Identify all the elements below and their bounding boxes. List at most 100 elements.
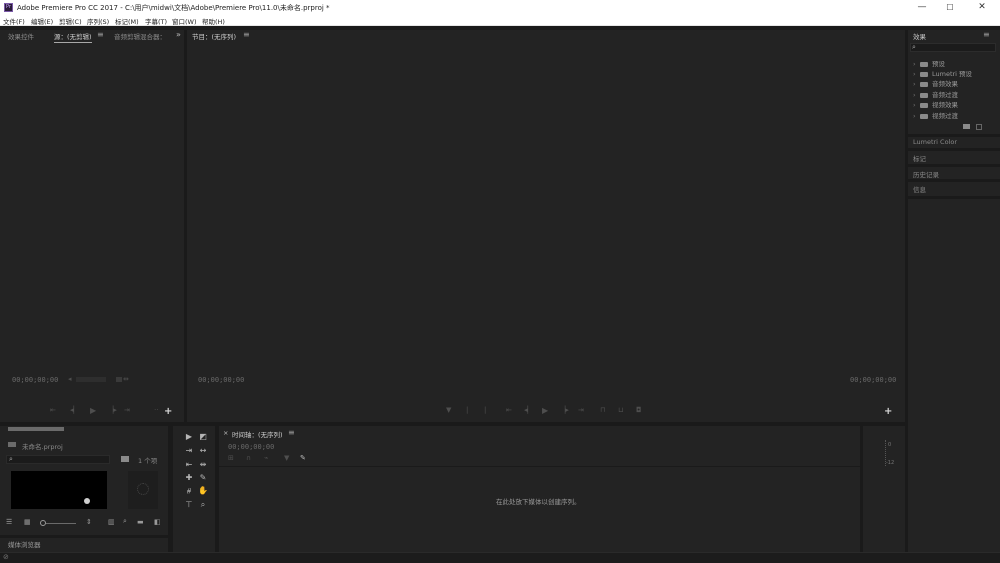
effects-item-video-effects[interactable]: › 视频效果 <box>913 99 958 109</box>
menu-window[interactable]: 窗口(W) <box>172 16 197 26</box>
program-monitor-panel <box>187 30 905 422</box>
razor-tool-icon[interactable]: ⇹ <box>197 460 209 469</box>
program-add-button[interactable]: + <box>884 406 892 417</box>
menu-clip[interactable]: 剪辑(C) <box>59 16 82 26</box>
extract-icon[interactable]: ⊔ <box>618 406 623 414</box>
tab-program[interactable]: 节目：(无序列) <box>192 31 236 42</box>
source-panel-menu-icon[interactable]: ≡ <box>97 30 104 39</box>
source-timecode[interactable]: 00;00;00;00 <box>12 376 58 384</box>
panel-divider <box>908 179 1000 182</box>
automate-to-sequence-icon[interactable]: ▥ <box>108 518 115 526</box>
history-panel-tab[interactable]: 历史记录 <box>913 169 939 179</box>
list-view-icon[interactable]: ☰ <box>6 518 12 526</box>
play-icon[interactable]: ▶ <box>542 406 548 415</box>
step-back-icon[interactable]: ◂▏ <box>524 406 533 414</box>
go-to-in-icon[interactable]: ⇤ <box>506 406 512 414</box>
project-file-icon <box>8 442 16 447</box>
folder-icon <box>920 113 928 119</box>
audio-meter-divider[interactable] <box>860 426 863 552</box>
go-to-out-icon[interactable]: ⇥ <box>578 406 584 414</box>
tab-audio-clip-mixer[interactable]: 音频剪辑混合器： <box>114 31 166 41</box>
menu-file[interactable]: 文件(F) <box>3 16 25 26</box>
effects-item-audio-effects[interactable]: › 音频效果 <box>913 78 958 88</box>
new-bin-icon[interactable] <box>121 456 129 462</box>
timeline-close-icon[interactable]: × <box>223 429 228 437</box>
tab-effect-controls[interactable]: 效果控件 <box>8 31 34 41</box>
nest-icon[interactable]: ⊞ <box>228 454 234 462</box>
effects-search-input[interactable]: ⌕ <box>910 43 996 52</box>
mark-in-icon[interactable]: ⇤ <box>50 406 56 414</box>
hand-tool-icon[interactable]: ✋ <box>197 486 209 495</box>
maximize-button[interactable]: ☐ <box>936 1 964 14</box>
rate-stretch-tool-icon[interactable]: ⇤ <box>183 460 195 469</box>
lift-icon[interactable]: ⊓ <box>600 406 605 414</box>
effects-item-video-transitions[interactable]: › 视频过渡 <box>913 110 958 120</box>
tab-source[interactable]: 源：(无剪辑) <box>54 31 92 43</box>
selection-tool-icon[interactable]: ▶ <box>183 432 195 441</box>
chevron-right-icon: › <box>913 80 916 88</box>
program-panel-menu-icon[interactable]: ≡ <box>243 30 250 39</box>
snap-icon[interactable]: ∩ <box>246 454 251 462</box>
export-frame-icon[interactable]: ‥ <box>154 404 159 412</box>
panel-divider <box>908 148 1000 151</box>
media-thumbnail[interactable] <box>11 471 107 509</box>
new-bin-icon[interactable] <box>963 124 970 129</box>
info-panel-tab[interactable]: 信息 <box>913 184 926 194</box>
menu-sequence[interactable]: 序列(S) <box>87 16 109 26</box>
new-item-icon[interactable]: ◧ <box>154 518 161 526</box>
minimize-button[interactable]: — <box>908 1 936 14</box>
timeline-panel-menu-icon[interactable]: ≡ <box>288 428 295 437</box>
menu-help[interactable]: 帮助(H) <box>202 16 225 26</box>
add-marker-icon[interactable]: ▼ <box>284 454 289 462</box>
pen-tool-icon[interactable]: ✎ <box>197 473 209 482</box>
effects-item-audio-transitions[interactable]: › 音频过渡 <box>913 89 958 99</box>
find-icon[interactable]: ⌕ <box>123 517 127 526</box>
play-icon[interactable]: ▶ <box>90 406 96 415</box>
zoom-tool-icon[interactable]: ⌕ <box>197 500 209 510</box>
menu-title[interactable]: 字幕(T) <box>145 16 167 26</box>
step-forward-icon[interactable]: ▕▸ <box>560 406 569 414</box>
track-select-tool-icon[interactable]: ◩ <box>197 432 209 441</box>
lumetri-color-panel-tab[interactable]: Lumetri Color <box>913 138 957 146</box>
folder-icon <box>920 102 928 108</box>
menu-edit[interactable]: 编辑(E) <box>31 16 53 26</box>
slide-tool-icon[interactable]: ⧣ <box>183 486 195 496</box>
timeline-timecode[interactable]: 00;00;00;00 <box>228 443 274 451</box>
icon-view-icon[interactable]: ▦ <box>24 518 31 526</box>
mark-out-icon[interactable]: | <box>484 406 486 414</box>
zoom-slider-track[interactable] <box>46 523 76 524</box>
effects-panel-menu-icon[interactable]: ≡ <box>983 30 990 39</box>
project-tab-indicator[interactable] <box>8 427 64 431</box>
source-zoom-bar[interactable]: ◂ ⇹ <box>68 375 129 383</box>
markers-panel-tab[interactable]: 标记 <box>913 153 926 163</box>
step-back-icon[interactable]: ◂▏ <box>70 406 79 414</box>
tab-timeline[interactable]: 时间轴：(无序列) <box>232 429 283 440</box>
panel-overflow-icon[interactable]: » <box>176 30 181 39</box>
mark-out-icon[interactable]: ⇥ <box>124 406 130 414</box>
media-thumbnail-secondary[interactable] <box>128 471 158 509</box>
close-window-button[interactable]: ✕ <box>968 1 996 14</box>
sort-icon[interactable]: ⇕ <box>86 518 92 526</box>
project-search-input[interactable]: ⌕ <box>6 455 110 464</box>
media-browser-tab[interactable]: 媒体浏览器 <box>8 539 41 549</box>
program-timecode-current[interactable]: 00;00;00;00 <box>198 376 244 384</box>
export-frame-icon[interactable]: ◘ <box>636 406 642 414</box>
ripple-edit-tool-icon[interactable]: ⇥ <box>183 446 195 455</box>
mark-in-icon[interactable]: | <box>466 406 468 414</box>
linked-selection-icon[interactable]: ⌁ <box>264 454 268 462</box>
wrench-icon[interactable]: ✎ <box>300 454 306 462</box>
step-forward-icon[interactable]: ▕▸ <box>108 406 117 414</box>
delete-icon[interactable] <box>976 124 982 130</box>
menu-marker[interactable]: 标记(M) <box>115 16 139 26</box>
zoom-handle[interactable] <box>116 377 122 382</box>
new-bin-icon[interactable]: ▬ <box>137 518 144 526</box>
rolling-edit-tool-icon[interactable]: ↔ <box>197 446 209 455</box>
source-monitor-panel <box>0 30 184 422</box>
effects-item-presets[interactable]: › 预设 <box>913 58 945 68</box>
effects-panel-title[interactable]: 效果 <box>913 31 926 41</box>
slip-tool-icon[interactable]: ✚ <box>183 473 195 482</box>
type-tool-icon[interactable]: ⊤ <box>183 500 195 509</box>
effects-item-lumetri-presets[interactable]: › Lumetri 预设 <box>913 68 972 78</box>
source-add-button[interactable]: + <box>164 406 172 417</box>
add-marker-icon[interactable]: ▼ <box>446 406 451 414</box>
